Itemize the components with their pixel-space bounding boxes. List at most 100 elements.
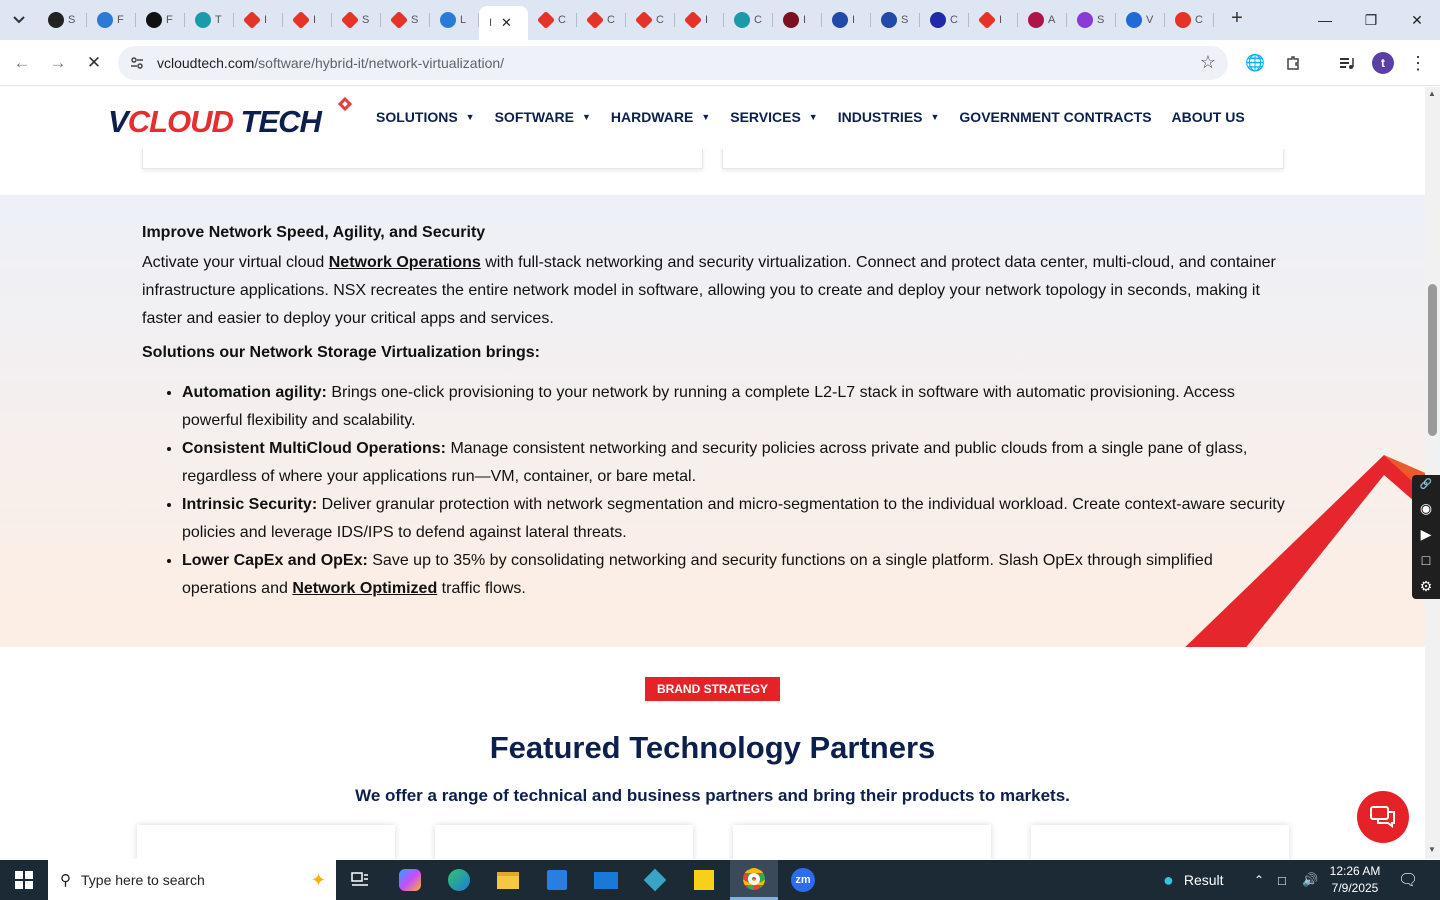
logo-diamond-icon — [337, 96, 353, 112]
address-bar[interactable]: vcloudtech.com/software/hybrid-it/networ… — [118, 46, 1228, 80]
browser-tab[interactable]: S — [332, 6, 381, 34]
network-icon[interactable]: □ — [1278, 860, 1286, 900]
volume-icon[interactable]: 🔊 — [1302, 860, 1318, 900]
task-view-icon[interactable] — [336, 860, 384, 900]
browser-tab[interactable]: S — [871, 6, 920, 34]
browser-tab[interactable]: C — [626, 6, 675, 34]
stop-loading-button[interactable]: ✕ — [82, 51, 106, 75]
browser-tab[interactable]: S — [381, 6, 430, 34]
page-scrollbar[interactable]: ▲ ▼ — [1425, 87, 1440, 859]
camera-icon[interactable]: ◉ — [1412, 495, 1440, 521]
pin-icon[interactable]: 🔗 — [1412, 475, 1440, 495]
browser-tab[interactable]: C — [724, 6, 773, 34]
start-button[interactable] — [0, 860, 48, 900]
tab-search-button[interactable] — [6, 7, 32, 33]
gear-icon[interactable]: ⚙ — [1412, 573, 1440, 599]
browser-tab[interactable]: C — [1165, 6, 1214, 34]
network-optimized-link[interactable]: Network Optimized — [292, 580, 437, 597]
tray-overflow-icon[interactable]: ⌃ — [1254, 860, 1264, 900]
tab-title: L — [460, 14, 467, 26]
extensions-icon[interactable] — [1282, 52, 1304, 74]
site-logo[interactable]: VCLOUD TECH — [108, 93, 358, 143]
forward-button[interactable]: → — [46, 51, 70, 75]
browser-tab[interactable]: I — [283, 6, 332, 34]
partner-card[interactable] — [1031, 825, 1289, 859]
browser-tab[interactable]: I ✕ — [479, 6, 528, 40]
app-diamond-icon[interactable] — [631, 860, 679, 900]
browser-tab[interactable]: S — [1067, 6, 1116, 34]
section-badge: BRAND STRATEGY — [645, 677, 780, 701]
video-icon[interactable]: ▶ — [1412, 521, 1440, 547]
gem-icon — [242, 10, 262, 30]
browser-tab[interactable]: T — [185, 6, 234, 34]
browser-tab[interactable]: C — [577, 6, 626, 34]
partner-card[interactable] — [137, 825, 395, 859]
url-text[interactable]: vcloudtech.com/software/hybrid-it/networ… — [157, 55, 504, 71]
tab-close-icon[interactable]: ✕ — [501, 15, 512, 31]
pulse-icon — [1126, 12, 1142, 28]
tab-title: S — [1097, 14, 1105, 26]
back-button[interactable]: ← — [10, 51, 34, 75]
browser-tab[interactable]: V — [1116, 6, 1165, 34]
bookmark-star-icon[interactable]: ☆ — [1200, 52, 1216, 73]
browser-menu-icon[interactable]: ⋮ — [1407, 52, 1429, 74]
browser-tab[interactable]: I — [234, 6, 283, 34]
nav-item-solutions[interactable]: SOLUTIONS ▼ — [376, 109, 475, 125]
chrome-icon[interactable] — [730, 860, 778, 900]
browser-tab[interactable]: A — [1018, 6, 1067, 34]
browser-tab[interactable]: C — [528, 6, 577, 34]
site-info-icon[interactable] — [128, 54, 146, 72]
system-clock[interactable]: 12:26 AM 7/9/2025 — [1322, 863, 1388, 897]
partner-card[interactable] — [435, 825, 693, 859]
window-icon[interactable]: □ — [1412, 547, 1440, 573]
browser-tab[interactable]: I — [675, 6, 724, 34]
media-controls-icon[interactable] — [1336, 52, 1358, 74]
weather-icon: ● — [1163, 869, 1174, 890]
browser-tab[interactable]: F — [136, 6, 185, 34]
list-item: Lower CapEx and OpEx: Save up to 35% by … — [182, 547, 1287, 603]
scale-icon — [832, 12, 848, 28]
taskbar-search[interactable]: ⚲ Type here to search ✦ — [48, 860, 336, 900]
browser-tab[interactable]: I — [773, 6, 822, 34]
browser-tab[interactable]: I — [969, 6, 1018, 34]
partner-card[interactable] — [733, 825, 991, 859]
section-intro: Activate your virtual cloud Network Oper… — [142, 254, 1276, 327]
zoom-icon[interactable]: zm — [779, 860, 827, 900]
edge-icon[interactable] — [435, 860, 483, 900]
nav-item-industries[interactable]: INDUSTRIES ▼ — [838, 109, 940, 125]
nav-item-about-us[interactable]: ABOUT US — [1172, 109, 1245, 125]
browser-tab[interactable]: C — [920, 6, 969, 34]
nav-item-government-contracts[interactable]: GOVERNMENT CONTRACTS — [959, 109, 1151, 125]
new-tab-button[interactable]: + — [1226, 8, 1248, 30]
sticky-notes-icon[interactable] — [680, 860, 728, 900]
file-explorer-icon[interactable] — [484, 860, 532, 900]
notifications-icon[interactable]: 🗨 — [1398, 860, 1418, 900]
scroll-up-arrow[interactable]: ▲ — [1428, 89, 1436, 98]
browser-tab[interactable]: F — [87, 6, 136, 34]
nav-item-software[interactable]: SOFTWARE ▼ — [495, 109, 591, 125]
minimize-button[interactable]: — — [1302, 0, 1348, 40]
copilot-icon[interactable] — [386, 860, 434, 900]
scroll-down-arrow[interactable]: ▼ — [1428, 845, 1436, 854]
nav-item-label: ABOUT US — [1171, 109, 1245, 125]
tab-title: C — [1195, 14, 1203, 26]
nav-item-services[interactable]: SERVICES ▼ — [730, 109, 817, 125]
nav-item-label: SOFTWARE — [494, 109, 574, 125]
mail-icon[interactable] — [582, 860, 630, 900]
browser-tab[interactable]: L — [430, 6, 479, 34]
store-icon[interactable] — [533, 860, 581, 900]
tab-title: A — [1048, 14, 1056, 26]
close-window-button[interactable]: ✕ — [1394, 0, 1440, 40]
chat-widget-button[interactable] — [1357, 791, 1409, 843]
browser-tab[interactable]: I — [822, 6, 871, 34]
caret-down-icon: ▼ — [930, 112, 940, 122]
translate-icon[interactable]: 🌐 — [1244, 52, 1266, 74]
nav-item-hardware[interactable]: HARDWARE ▼ — [611, 109, 710, 125]
browser-tab[interactable]: S — [38, 6, 87, 34]
maximize-button[interactable]: ❐ — [1348, 0, 1394, 40]
caret-down-icon: ▼ — [701, 112, 711, 122]
profile-avatar[interactable]: t — [1372, 52, 1394, 74]
scroll-thumb[interactable] — [1428, 284, 1437, 436]
network-operations-link[interactable]: Network Operations — [329, 254, 481, 271]
weather-widget[interactable]: ● Result — [1163, 860, 1224, 900]
